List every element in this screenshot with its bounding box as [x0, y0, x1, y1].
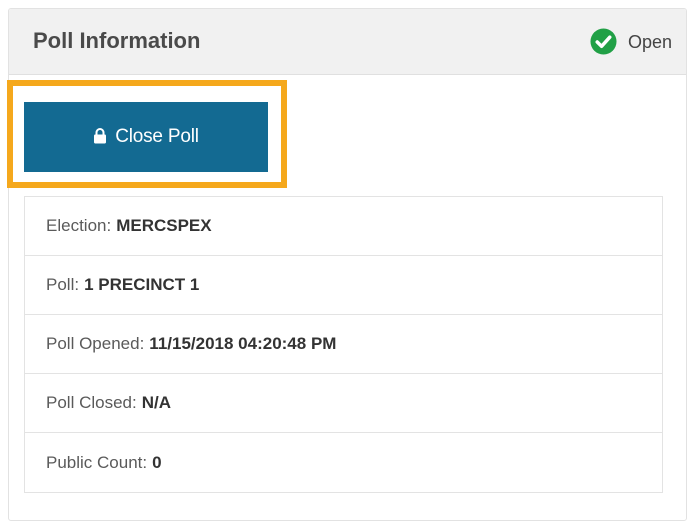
public-count-row: Public Count: 0	[25, 433, 662, 492]
election-value: MERCSPEX	[116, 216, 212, 235]
status-text: Open	[627, 32, 672, 52]
close-poll-button[interactable]: Close Poll	[24, 102, 268, 172]
check-circle-icon	[590, 27, 617, 55]
election-row: Election: MERCSPEX	[25, 197, 662, 256]
status-indicator: Open	[590, 27, 672, 55]
poll-opened-label: Poll Opened:	[46, 334, 145, 353]
panel-header: Poll Information Open	[9, 9, 686, 75]
poll-closed-label: Poll Closed:	[46, 393, 137, 412]
poll-value: 1 PRECINCT 1	[84, 275, 200, 294]
poll-row: Poll: 1 PRECINCT 1	[25, 256, 662, 315]
poll-opened-row: Poll Opened: 11/15/2018 04:20:48 PM	[25, 315, 662, 374]
election-label: Election:	[46, 216, 112, 235]
poll-opened-value: 11/15/2018 04:20:48 PM	[149, 334, 337, 353]
poll-label: Poll:	[46, 275, 80, 294]
poll-closed-row: Poll Closed: N/A	[25, 374, 662, 433]
public-count-label: Public Count:	[46, 452, 148, 472]
poll-info-list: Election: MERCSPEX Poll: 1 PRECINCT 1 Po…	[24, 196, 663, 493]
panel-title: Poll Information	[33, 28, 201, 53]
lock-icon	[94, 128, 107, 144]
close-poll-label: Close Poll	[115, 126, 199, 147]
public-count-value: 0	[152, 452, 162, 472]
poll-closed-value: N/A	[141, 393, 171, 412]
